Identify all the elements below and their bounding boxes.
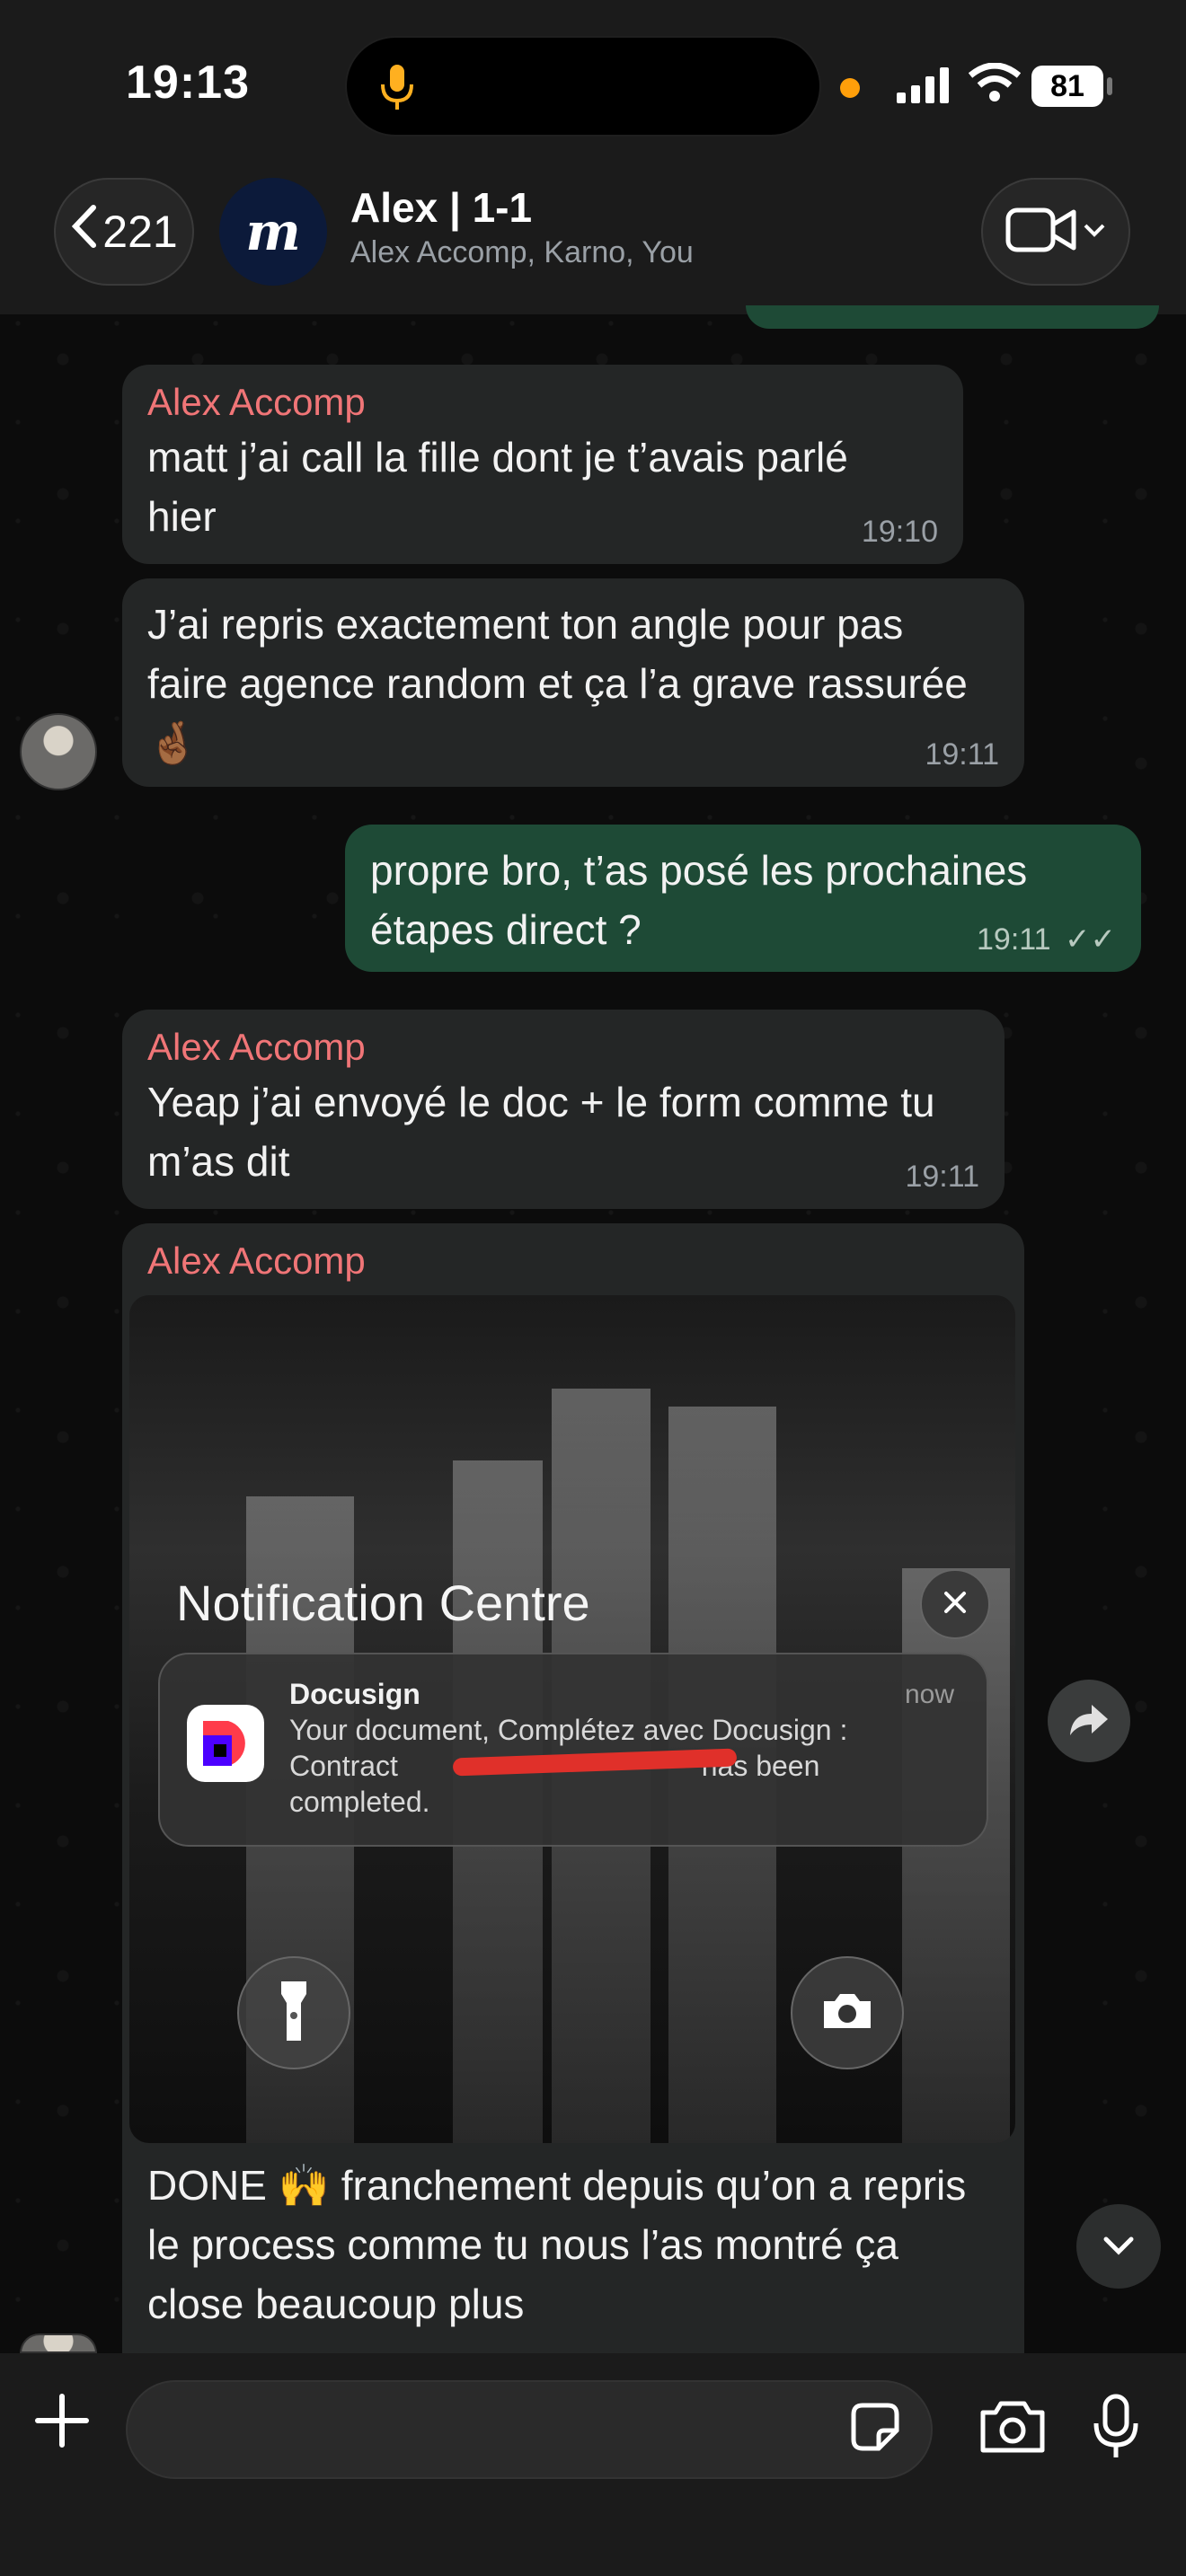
previous-outgoing-bubble: [746, 305, 1159, 329]
notification-fragment: Contract: [289, 1750, 398, 1782]
video-call-icon: [1005, 205, 1077, 260]
message-bubble[interactable]: Alex Accomp matt j’ai call la fille dont…: [122, 365, 963, 564]
dynamic-island: [345, 36, 821, 137]
notification-line: completed.: [289, 1786, 430, 1818]
message-time-value: 19:11: [977, 922, 1051, 957]
plus-icon[interactable]: [32, 2391, 92, 2455]
sender-avatar[interactable]: [20, 2333, 97, 2353]
clock: 19:13: [126, 57, 250, 109]
docusign-app-icon: [187, 1705, 264, 1782]
unread-count: 221: [102, 207, 178, 257]
docusign-notification: Docusign now Your document, Complétez av…: [158, 1653, 988, 1847]
message-text: matt j’ai call la fille dont je t’avais …: [147, 434, 848, 540]
chat-title[interactable]: Alex | 1-1: [350, 183, 532, 232]
chevron-down-icon: [1083, 221, 1106, 243]
privacy-indicator: [840, 78, 860, 98]
message-time: 19:11 ✓✓: [977, 922, 1116, 957]
wifi-icon: [968, 62, 1022, 107]
status-bar: 19:13 81: [0, 0, 1186, 171]
forward-icon: [1068, 1701, 1110, 1742]
battery-indicator: 81: [1031, 66, 1103, 107]
back-button[interactable]: 221: [54, 178, 194, 286]
message-input[interactable]: [126, 2380, 933, 2479]
read-receipt-icon: ✓✓: [1065, 922, 1116, 957]
sticker-icon[interactable]: [848, 2400, 902, 2458]
message-bubble[interactable]: Alex Accomp Yeap j’ai envoyé le doc + le…: [122, 1010, 1005, 1209]
message-time: 19:11: [925, 737, 999, 772]
notification-app-name: Docusign: [289, 1678, 420, 1710]
mic-icon: [379, 63, 415, 118]
chevron-down-icon: [1102, 2234, 1135, 2260]
sender-name: Alex Accomp: [147, 1026, 366, 1068]
microphone-icon[interactable]: [1093, 2393, 1139, 2466]
message-text: Yeap j’ai envoyé le doc + le form comme …: [147, 1079, 935, 1185]
notification-centre-title: Notification Centre: [176, 1575, 590, 1631]
signal-icon: [897, 67, 951, 108]
chat-header: 221 m Alex | 1-1 Alex Accomp, Karno, You: [0, 171, 1186, 314]
flashlight-icon: [276, 1978, 312, 2049]
message-time: 19:10: [861, 515, 938, 549]
flashlight-button: [237, 1956, 350, 2069]
sender-name: Alex Accomp: [147, 1239, 366, 1282]
message-bubble-outgoing[interactable]: propre bro, t’as posé les prochaines éta…: [345, 825, 1141, 972]
close-icon: [942, 1589, 969, 1620]
back-chevron-icon: [70, 204, 97, 260]
forward-button[interactable]: [1048, 1680, 1130, 1762]
message-time: 19:11: [905, 1160, 979, 1194]
message-text: DONE 🙌 franchement depuis qu’on a repris…: [147, 2162, 967, 2327]
notification-line: Your document, Complétez avec Docusign :: [289, 1714, 848, 1746]
close-button: [920, 1569, 990, 1639]
battery-tip: [1107, 77, 1112, 95]
message-text: J’ai repris exactement ton angle pour pa…: [147, 601, 968, 766]
camera-icon: [820, 1990, 874, 2036]
camera-icon[interactable]: [979, 2400, 1046, 2458]
scroll-to-bottom-button[interactable]: [1076, 2204, 1161, 2289]
video-call-button[interactable]: [981, 178, 1130, 286]
sender-name: Alex Accomp: [147, 381, 366, 423]
group-avatar[interactable]: m: [219, 178, 327, 286]
attached-screenshot[interactable]: Notification Centre Docusign now Your do…: [129, 1295, 1015, 2143]
composer-bar: [0, 2353, 1186, 2576]
chat-participants[interactable]: Alex Accomp, Karno, You: [350, 235, 694, 270]
notification-time: now: [904, 1680, 954, 1709]
camera-button: [791, 1956, 904, 2069]
message-bubble[interactable]: J’ai repris exactement ton angle pour pa…: [122, 578, 1024, 787]
sender-avatar[interactable]: [20, 713, 97, 790]
